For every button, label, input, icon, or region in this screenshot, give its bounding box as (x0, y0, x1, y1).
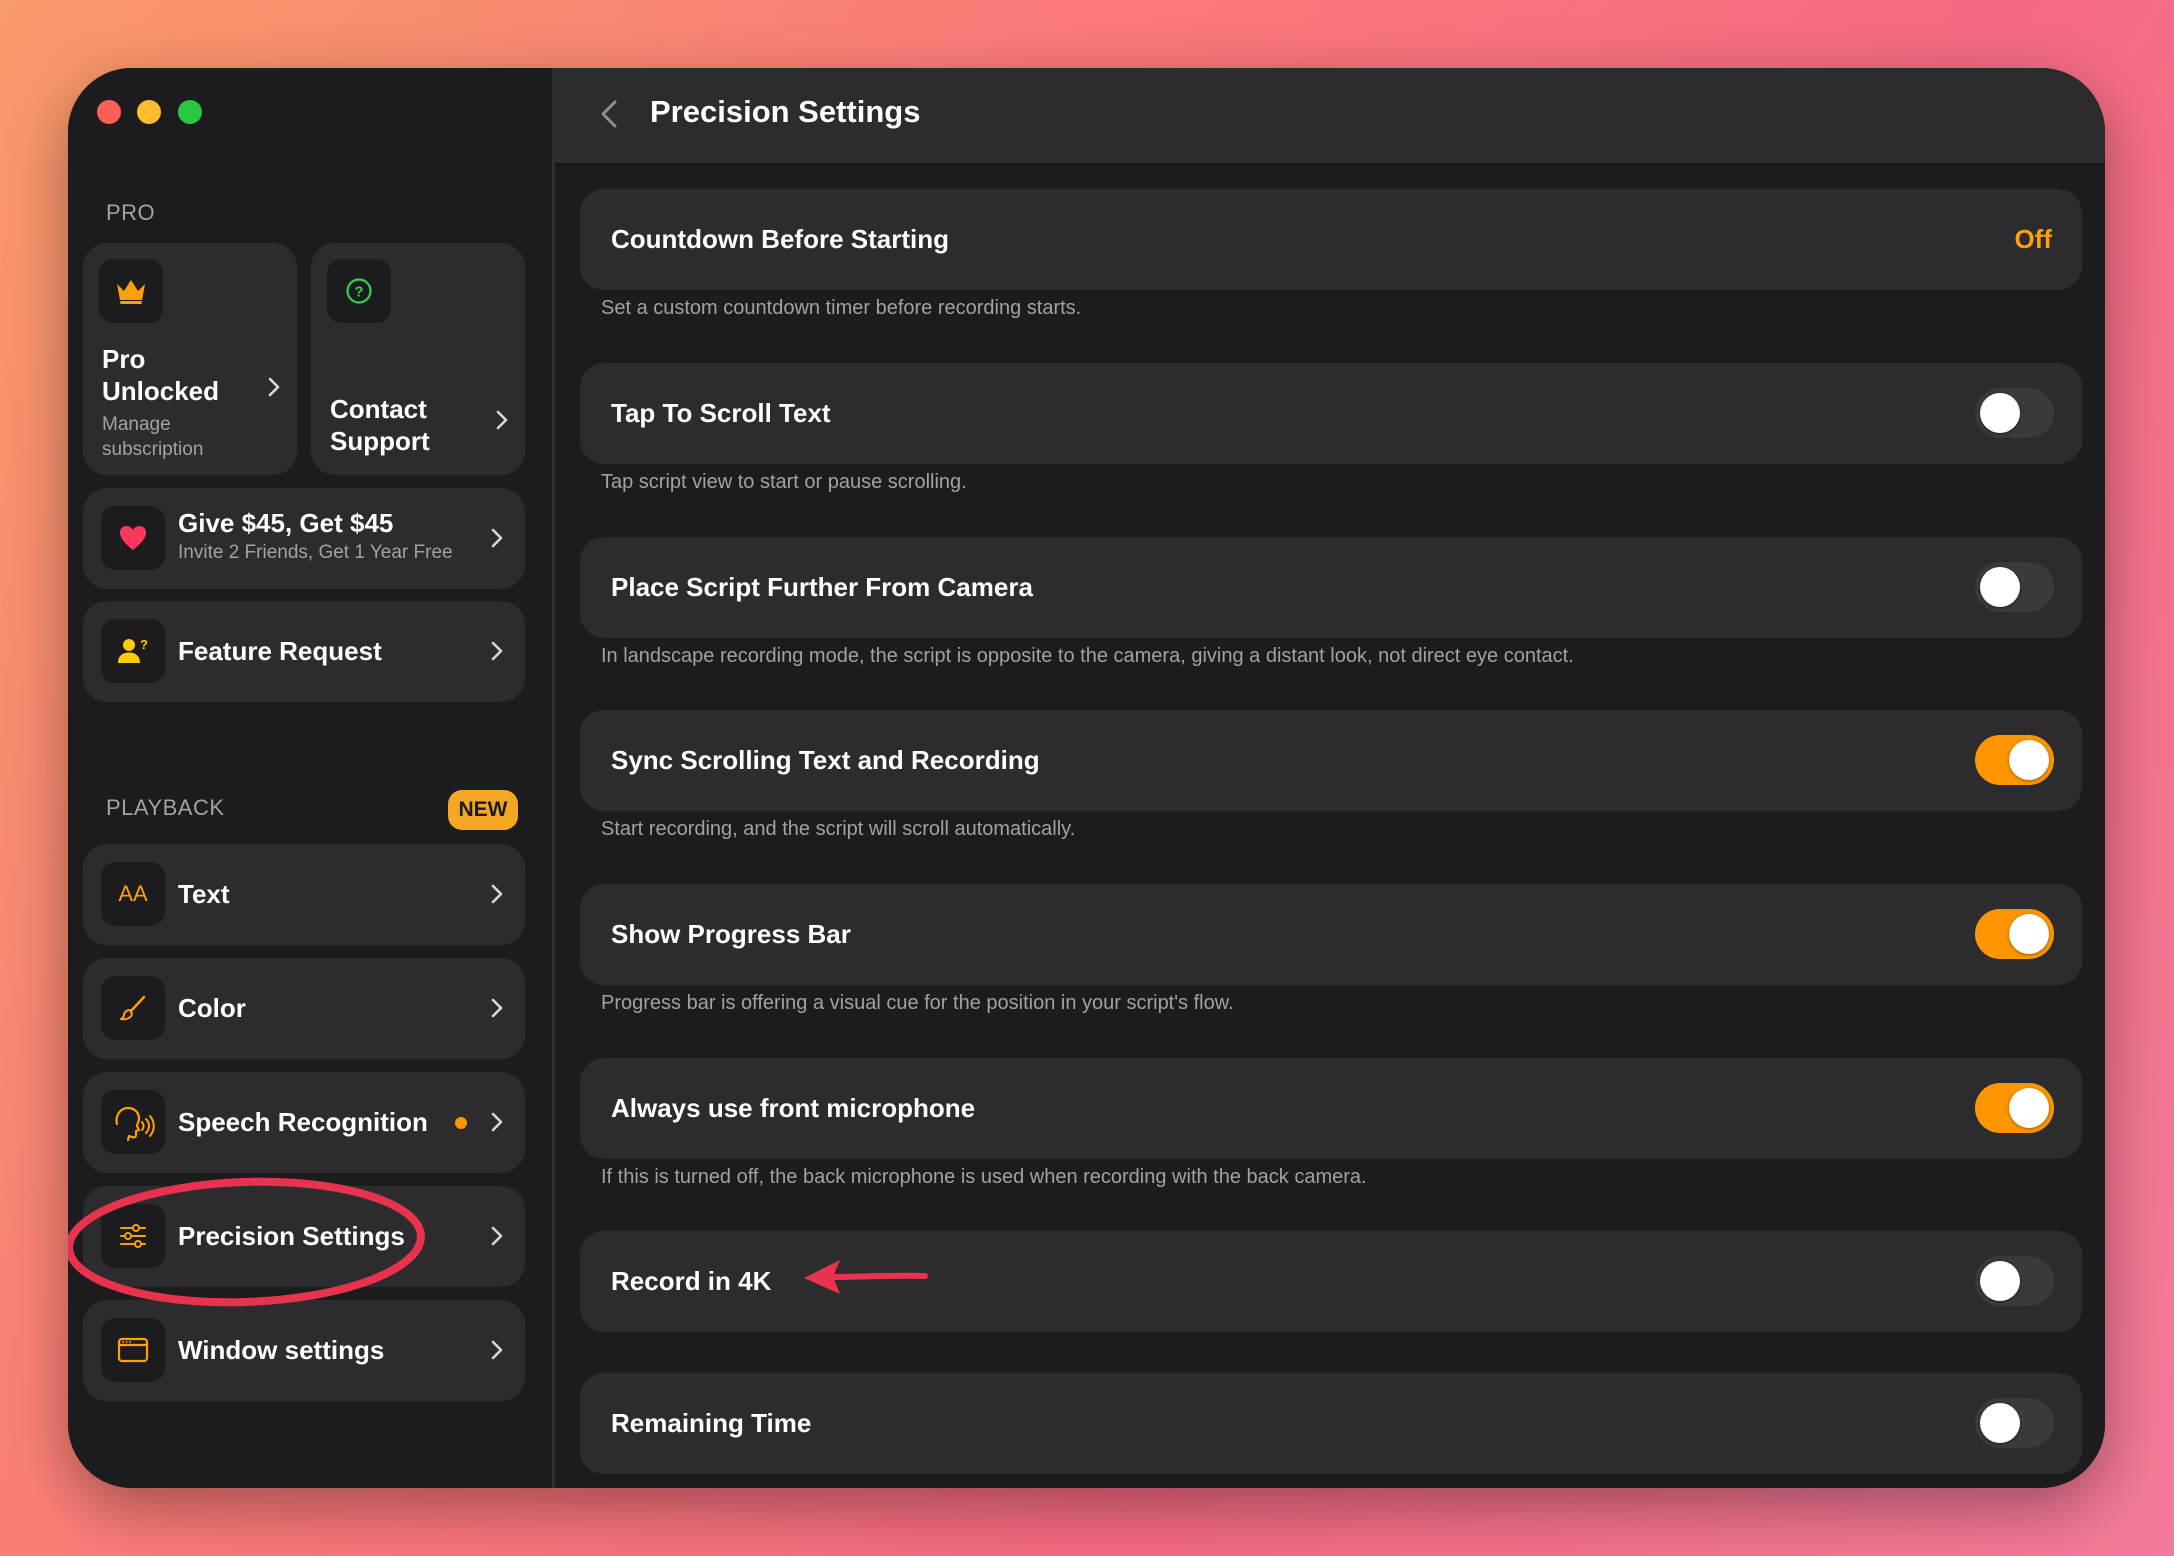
chevron-right-icon (491, 884, 503, 904)
sidebar-item-label: Speech Recognition (178, 1107, 428, 1137)
setting-title: Place Script Further From Camera (611, 572, 1033, 602)
setting-title: Sync Scrolling Text and Recording (611, 745, 1040, 775)
sidebar-item-label: Color (178, 993, 246, 1023)
setting-row-countdown[interactable]: Countdown Before Starting Off (580, 189, 2082, 290)
sidebar-item-label: Text (178, 879, 230, 909)
contact-support-card[interactable]: ? Contact Support (311, 243, 525, 475)
pro-unlocked-subtitle: Manage subscription (102, 414, 204, 460)
sidebar-item-label: Precision Settings (178, 1221, 405, 1251)
help-circle-icon: ? (327, 259, 391, 323)
svg-text:?: ? (140, 637, 148, 652)
zoom-window-button[interactable] (178, 100, 202, 124)
setting-description: Tap script view to start or pause scroll… (601, 471, 967, 493)
window-icon (101, 1318, 165, 1382)
feature-request-card[interactable]: ? Feature Request (83, 601, 525, 702)
setting-description: If this is turned off, the back micropho… (601, 1166, 1367, 1188)
feature-request-title: Feature Request (178, 636, 382, 666)
pro-section-label: PRO (106, 200, 156, 225)
person-question-icon: ? (101, 619, 165, 683)
sliders-icon (101, 1204, 165, 1268)
setting-title: Countdown Before Starting (611, 224, 949, 254)
setting-description: Start recording, and the script will scr… (601, 818, 1076, 840)
setting-row-front-microphone: Always use front microphone (580, 1058, 2082, 1159)
setting-title: Show Progress Bar (611, 919, 851, 949)
setting-row-remaining-time: Remaining Time (580, 1373, 2082, 1474)
playback-section-label: PLAYBACK (106, 795, 225, 820)
contact-support-title: Contact Support (330, 394, 430, 456)
setting-description: In landscape recording mode, the script … (601, 645, 1574, 667)
new-badge: NEW (448, 790, 518, 830)
setting-title: Record in 4K (611, 1266, 772, 1296)
setting-title: Tap To Scroll Text (611, 398, 831, 428)
setting-row-progress-bar: Show Progress Bar (580, 884, 2082, 985)
setting-title: Remaining Time (611, 1408, 812, 1438)
heart-icon (101, 506, 165, 570)
give-get-subtitle: Invite 2 Friends, Get 1 Year Free (178, 542, 453, 563)
place-script-toggle[interactable] (1975, 562, 2054, 612)
sidebar-item-precision-settings[interactable]: Precision Settings (83, 1186, 525, 1287)
chevron-right-icon (491, 1340, 503, 1360)
sidebar-item-window-settings[interactable]: Window settings (83, 1300, 525, 1401)
chevron-right-icon (491, 1226, 503, 1246)
page-title: Precision Settings (650, 94, 921, 129)
setting-row-tap-to-scroll: Tap To Scroll Text (580, 363, 2082, 464)
pro-unlocked-card[interactable]: Pro Unlocked Manage subscription (83, 243, 297, 475)
chevron-right-icon (491, 1112, 503, 1132)
give-get-card[interactable]: Give $45, Get $45 Invite 2 Friends, Get … (83, 488, 525, 589)
chevron-right-icon (491, 641, 503, 661)
text-size-icon: AA (101, 862, 165, 926)
sync-scrolling-toggle[interactable] (1975, 735, 2054, 785)
progress-bar-toggle[interactable] (1975, 909, 2054, 959)
sidebar-item-speech-recognition[interactable]: Speech Recognition (83, 1072, 525, 1173)
sidebar-item-label: Window settings (178, 1335, 385, 1365)
main-panel: Precision Settings Countdown Before Star… (555, 68, 2105, 1488)
close-window-button[interactable] (97, 100, 121, 124)
chevron-right-icon (491, 998, 503, 1018)
record-4k-toggle[interactable] (1975, 1256, 2054, 1306)
brush-icon (101, 976, 165, 1040)
setting-row-sync-scrolling: Sync Scrolling Text and Recording (580, 710, 2082, 811)
remaining-time-toggle[interactable] (1975, 1398, 2054, 1448)
app-window: PRO Pro Unlocked Manage subscription ? C… (68, 68, 2105, 1488)
front-microphone-toggle[interactable] (1975, 1083, 2054, 1133)
give-get-title: Give $45, Get $45 (178, 508, 394, 538)
minimize-window-button[interactable] (137, 100, 161, 124)
setting-description: Progress bar is offering a visual cue fo… (601, 992, 1234, 1014)
sidebar-item-color[interactable]: Color (83, 958, 525, 1059)
chevron-right-icon (491, 528, 503, 548)
setting-description: Set a custom countdown timer before reco… (601, 297, 1082, 319)
chevron-right-icon (268, 377, 280, 397)
tap-to-scroll-toggle[interactable] (1975, 388, 2054, 438)
titlebar (68, 68, 552, 163)
setting-title: Always use front microphone (611, 1093, 976, 1123)
main-header: Precision Settings (555, 68, 2105, 166)
speech-icon (101, 1090, 165, 1154)
sidebar-item-text[interactable]: AA Text (83, 844, 525, 945)
back-chevron-icon[interactable] (593, 96, 629, 132)
notification-dot (455, 1117, 467, 1129)
countdown-value[interactable]: Off (2014, 189, 2052, 290)
pro-unlocked-title: Pro Unlocked (102, 344, 220, 406)
crown-icon (99, 259, 163, 323)
sidebar: PRO Pro Unlocked Manage subscription ? C… (68, 68, 552, 1488)
chevron-right-icon (496, 410, 508, 430)
setting-row-record-4k: Record in 4K (580, 1231, 2082, 1332)
svg-text:?: ? (354, 284, 363, 301)
setting-row-place-script: Place Script Further From Camera (580, 537, 2082, 638)
